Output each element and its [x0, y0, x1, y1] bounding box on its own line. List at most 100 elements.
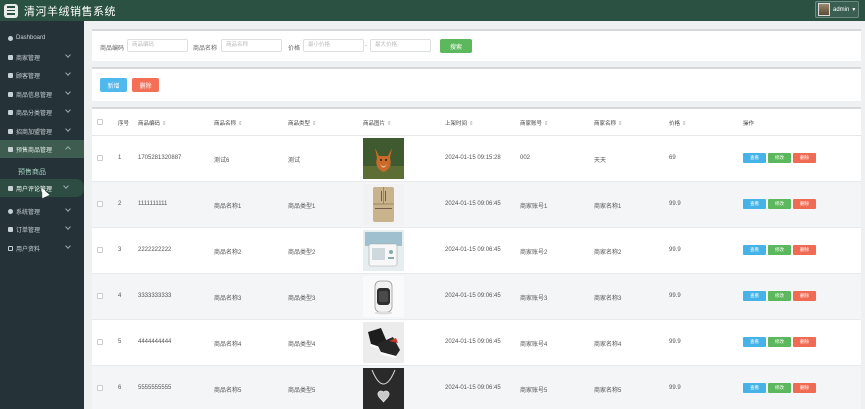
heater-photo[interactable]: [363, 276, 404, 317]
cell-type: 商品类型3: [288, 296, 316, 302]
table-row[interactable]: 1 1705281320887 测试6 测试 2024-01-15 09:15:28 00…: [92, 136, 861, 182]
edit-button[interactable]: 修改: [768, 245, 791, 255]
row-checkbox[interactable]: [97, 385, 103, 391]
header-time[interactable]: 上架时间 ⇕: [445, 119, 474, 127]
code-label: 商品编码: [100, 46, 125, 52]
max-price-input[interactable]: 最大价格: [370, 39, 431, 52]
row-checkbox[interactable]: [97, 293, 103, 299]
add-button[interactable]: 新增: [100, 78, 127, 92]
row-checkbox[interactable]: [97, 339, 103, 345]
cell-time: 2024-01-15 09:06:45: [445, 247, 501, 253]
row-checkbox[interactable]: [97, 155, 103, 161]
table-row[interactable]: 3 2222222222 商品名称2 商品类型2 2024-01-15 09:06:45…: [92, 228, 861, 274]
chevron-down-icon: [65, 52, 71, 58]
header-image[interactable]: 商品图片 ⇕: [363, 119, 392, 127]
row-delete-button[interactable]: 删除: [793, 383, 816, 393]
edit-button[interactable]: 修改: [768, 337, 791, 347]
sidebar-item-dashboard[interactable]: Dashboard: [0, 29, 84, 47]
header-label: 商家账号: [520, 121, 543, 127]
refrigerator-photo[interactable]: [363, 184, 404, 225]
fox-photo[interactable]: [363, 138, 404, 179]
header-label: 商品编码: [138, 121, 161, 127]
cell-price: 99.9: [669, 293, 681, 299]
sidebar-item-category[interactable]: 商品分类管理: [0, 103, 84, 121]
sidebar-item-franchise[interactable]: 招商加盟管理: [0, 122, 84, 140]
row-checkbox[interactable]: [97, 201, 103, 207]
sidebar-item-system[interactable]: 系统管理: [0, 202, 84, 220]
chevron-down-icon: [65, 126, 71, 132]
select-all-checkbox[interactable]: [97, 119, 103, 125]
shoes-photo[interactable]: [363, 322, 404, 363]
cell-merchant: 商家名称4: [594, 342, 622, 348]
header-label: 价格: [669, 121, 681, 127]
sidebar-item-customer[interactable]: 顾客管理: [0, 66, 84, 84]
sidebar-item-label: 用户资料: [16, 246, 41, 253]
header-code[interactable]: 商品编码 ⇕: [138, 119, 167, 127]
user-menu[interactable]: admin ▼: [815, 1, 859, 18]
code-input[interactable]: 商品编码: [127, 39, 188, 52]
view-button[interactable]: 查看: [743, 245, 766, 255]
appliance-photo[interactable]: [363, 230, 404, 271]
row-delete-button[interactable]: 删除: [793, 337, 816, 347]
row-delete-button[interactable]: 删除: [793, 245, 816, 255]
edit-button[interactable]: 修改: [768, 199, 791, 209]
cell-merchant: 商家名称2: [594, 250, 622, 256]
cell-code: 1111111111: [138, 201, 168, 207]
cell-type: 商品类型5: [288, 388, 316, 394]
table-row[interactable]: 6 5555555555 商品名称5 商品类型5 2024-01-15 09:06:45…: [92, 366, 861, 409]
cart-icon: [8, 226, 13, 232]
header-label: 商品类型: [288, 121, 311, 127]
header-type[interactable]: 商品类型 ⇕: [288, 119, 317, 127]
chevron-down-icon: [65, 89, 71, 95]
user-icon: [8, 72, 13, 78]
row-delete-button[interactable]: 删除: [793, 291, 816, 301]
sidebar-item-label: Dashboard: [16, 35, 46, 41]
table-header: 序号 商品编码 ⇕ 商品名称 ⇕ 商品类型 ⇕ 商品图片 ⇕ 上架时间 ⇕ 商家账号 ⇕ 商…: [92, 109, 861, 136]
name-input[interactable]: 商品名称: [221, 39, 282, 52]
header-account[interactable]: 商家账号 ⇕: [520, 119, 549, 127]
sidebar-item-label: 系统管理: [16, 209, 41, 216]
necklace-photo[interactable]: [363, 368, 404, 409]
view-button[interactable]: 查看: [743, 337, 766, 347]
edit-button[interactable]: 修改: [768, 383, 791, 393]
header-price[interactable]: 价格 ⇕: [669, 119, 687, 127]
search-button[interactable]: 搜索: [440, 39, 472, 53]
chevron-down-icon: [65, 224, 71, 230]
table-row[interactable]: 2 1111111111 商品名称1 商品类型1 2024-01-15 09:06:45…: [92, 182, 861, 228]
sidebar-item-profile[interactable]: 用户资料: [0, 239, 84, 257]
min-price-input[interactable]: 最小价格: [303, 39, 364, 52]
view-button[interactable]: 查看: [743, 153, 766, 163]
row-checkbox[interactable]: [97, 247, 103, 253]
sidebar-item-product-info[interactable]: 商品信息管理: [0, 85, 84, 103]
sidebar-item-presale[interactable]: 预售商品管理: [0, 140, 84, 158]
view-button[interactable]: 查看: [743, 199, 766, 209]
user-name: admin: [833, 6, 850, 13]
delete-button[interactable]: 删除: [132, 78, 159, 92]
header-merchant[interactable]: 商家名称 ⇕: [594, 119, 623, 127]
profile-icon: [8, 245, 13, 251]
chevron-down-icon: [65, 206, 71, 212]
cell-time: 2024-01-15 09:06:45: [445, 385, 501, 391]
row-delete-button[interactable]: 删除: [793, 199, 816, 209]
header-name[interactable]: 商品名称 ⇕: [214, 119, 243, 127]
grid-icon: [8, 146, 13, 152]
cell-code: 1705281320887: [138, 155, 182, 161]
table-row[interactable]: 4 3333333333 商品名称3 商品类型3 2024-01-15 09:06:45…: [92, 274, 861, 320]
cell-time: 2024-01-15 09:06:45: [445, 201, 501, 207]
cell-type: 商品类型2: [288, 250, 316, 256]
sidebar-item-merchant[interactable]: 商家管理: [0, 48, 84, 66]
table-row[interactable]: 5 4444444444 商品名称4 商品类型4 2024-01-15 09:06:45…: [92, 320, 861, 366]
sidebar-item-orders[interactable]: 订单管理: [0, 220, 84, 238]
view-button[interactable]: 查看: [743, 383, 766, 393]
sidebar-item-label: 商品信息管理: [16, 92, 53, 99]
menu-toggle-icon[interactable]: [4, 3, 18, 18]
sidebar-item-label: 预售商品管理: [16, 147, 53, 154]
row-delete-button[interactable]: 删除: [793, 153, 816, 163]
edit-button[interactable]: 修改: [768, 153, 791, 163]
edit-button[interactable]: 修改: [768, 291, 791, 301]
sort-icon: ⇕: [544, 121, 549, 127]
cell-account: 商家账号1: [520, 204, 548, 210]
header-actions: 操作: [743, 121, 755, 127]
sidebar-subitem-presale-goods[interactable]: 预售商品: [18, 167, 46, 177]
view-button[interactable]: 查看: [743, 291, 766, 301]
